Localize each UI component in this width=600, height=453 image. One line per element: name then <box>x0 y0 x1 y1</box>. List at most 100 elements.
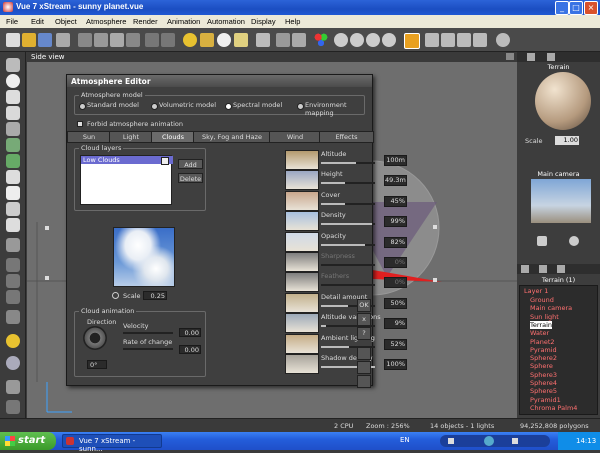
duplicate-icon[interactable] <box>126 33 140 47</box>
minimize-button[interactable]: _ <box>555 1 569 15</box>
material-preview[interactable] <box>535 72 591 130</box>
camera-preview[interactable] <box>531 179 591 223</box>
color-dots-icon[interactable] <box>314 33 328 47</box>
sphere-tool-icon[interactable] <box>6 74 20 88</box>
tab-sky-fog-haze[interactable]: Sky, Fog and Haze <box>193 131 271 143</box>
load-icon[interactable] <box>357 347 371 360</box>
open-icon[interactable] <box>22 33 36 47</box>
new-icon[interactable] <box>6 33 20 47</box>
menu-display[interactable]: Display <box>251 17 276 26</box>
direction-value[interactable]: 0° <box>87 360 107 369</box>
metablob-tool-icon[interactable] <box>6 274 20 288</box>
radio-standard-model[interactable] <box>79 103 86 110</box>
sphere-toolbar-icon[interactable] <box>496 33 510 47</box>
slider-track[interactable] <box>321 202 375 205</box>
tab-clouds[interactable]: Clouds <box>151 131 195 143</box>
taskbar-task-vue[interactable]: Vue 7 xStream - sunn... <box>62 434 162 453</box>
layer-checkbox[interactable] <box>161 157 169 165</box>
cloud-layer-item[interactable]: Low Clouds <box>81 156 173 164</box>
layer-root[interactable]: Layer 1 <box>524 287 548 295</box>
material-scale-value[interactable]: 1.00 <box>555 136 579 145</box>
object-tree-item[interactable]: Terrain <box>530 320 553 329</box>
save-icon[interactable] <box>38 33 52 47</box>
sun-icon[interactable] <box>183 33 197 47</box>
camera-tool-icon[interactable] <box>6 202 20 216</box>
close-button[interactable]: × <box>584 1 598 15</box>
options-icon[interactable] <box>357 375 371 388</box>
tree-tool-icon[interactable] <box>6 154 20 168</box>
object-tree-item[interactable]: Sphere2 <box>530 354 557 362</box>
cancel-button[interactable]: x <box>357 313 371 326</box>
paste-icon[interactable] <box>110 33 124 47</box>
sun-tool-icon[interactable] <box>6 334 20 348</box>
rate-of-change-value[interactable]: 0.00 <box>179 345 201 354</box>
tab-wind[interactable]: Wind <box>269 131 321 143</box>
object-tree-item[interactable]: Sphere <box>530 362 553 370</box>
view-single-icon[interactable] <box>425 33 439 47</box>
terrain-tool-icon[interactable] <box>6 106 20 120</box>
cloud-tool-icon[interactable] <box>6 186 20 200</box>
menu-render[interactable]: Render <box>133 17 158 26</box>
arrow-tool-icon[interactable] <box>6 58 20 72</box>
velocity-value[interactable]: 0.00 <box>179 328 201 337</box>
radio-spectral-model[interactable] <box>225 103 232 110</box>
ecosystem-tool-icon[interactable] <box>6 310 20 324</box>
copy-icon[interactable] <box>94 33 108 47</box>
maximize-button[interactable]: □ <box>569 1 583 15</box>
slider-track[interactable] <box>321 243 375 246</box>
slider-value[interactable]: 50% <box>384 297 407 309</box>
zoom-in-icon[interactable] <box>366 33 380 47</box>
cut-icon[interactable] <box>78 33 92 47</box>
add-layer-button[interactable]: Add <box>178 159 203 169</box>
object-tree-item[interactable]: Pyramid <box>530 346 557 354</box>
layers-tab-icon[interactable] <box>521 265 529 273</box>
cloud-scale-value[interactable]: 0.25 <box>143 291 167 300</box>
object-tree-item[interactable]: Main camera <box>530 304 572 312</box>
slider-value[interactable]: 82% <box>384 236 407 248</box>
view-quad-icon[interactable] <box>441 33 455 47</box>
pan-hand-icon[interactable] <box>537 236 547 246</box>
rock-tool-icon[interactable] <box>6 122 20 136</box>
group-tool-icon[interactable] <box>6 238 20 252</box>
object-tree-item[interactable]: Water <box>530 329 549 337</box>
plant-tool-icon[interactable] <box>6 138 20 152</box>
language-indicator[interactable]: EN <box>400 436 410 444</box>
slider-value[interactable]: 100% <box>384 359 407 370</box>
cloud-layers-list[interactable]: Low Clouds <box>80 155 173 205</box>
object-tree-item[interactable]: Ground <box>530 296 554 304</box>
slider-track[interactable] <box>321 223 375 226</box>
redo-icon[interactable] <box>161 33 175 47</box>
timeline-tool-icon[interactable] <box>6 400 20 414</box>
zoom-out-icon[interactable] <box>382 33 396 47</box>
render-icon[interactable] <box>334 33 348 47</box>
maximize-view-icon[interactable] <box>506 53 514 60</box>
slider-value[interactable]: 99% <box>384 216 407 228</box>
print-icon[interactable] <box>56 33 70 47</box>
brush-icon[interactable] <box>276 33 290 47</box>
save-preset-icon[interactable] <box>357 361 371 374</box>
prev-icon[interactable] <box>448 438 454 444</box>
direction-dial[interactable] <box>83 326 107 350</box>
tab-sun[interactable]: Sun <box>67 131 111 143</box>
planet-tool-icon[interactable] <box>6 356 20 370</box>
tab-effects[interactable]: Effects <box>319 131 374 143</box>
ok-button[interactable]: OK <box>357 299 371 312</box>
view-options-icon[interactable] <box>457 33 471 47</box>
help-button[interactable]: ? <box>357 327 371 340</box>
animation-tool-icon[interactable] <box>6 380 20 394</box>
orbit-icon[interactable] <box>569 236 579 246</box>
material-browse-icon[interactable] <box>547 53 555 61</box>
slider-track[interactable] <box>321 162 375 164</box>
object-tree-item[interactable]: Sphere3 <box>530 371 557 379</box>
weather-icon[interactable] <box>234 33 248 47</box>
object-tree-item[interactable]: Planet2 <box>530 338 555 346</box>
radio-environment-mapping[interactable] <box>297 103 304 110</box>
velocity-slider[interactable] <box>123 332 173 334</box>
slider-value[interactable]: 52% <box>384 338 407 350</box>
symmetry-tool-icon[interactable] <box>6 290 20 304</box>
layout-icon[interactable] <box>404 33 420 49</box>
render-area-icon[interactable] <box>350 33 364 47</box>
menu-edit[interactable]: Edit <box>31 17 44 26</box>
text-tool-icon[interactable] <box>6 90 20 104</box>
links-tab-icon[interactable] <box>539 265 547 273</box>
